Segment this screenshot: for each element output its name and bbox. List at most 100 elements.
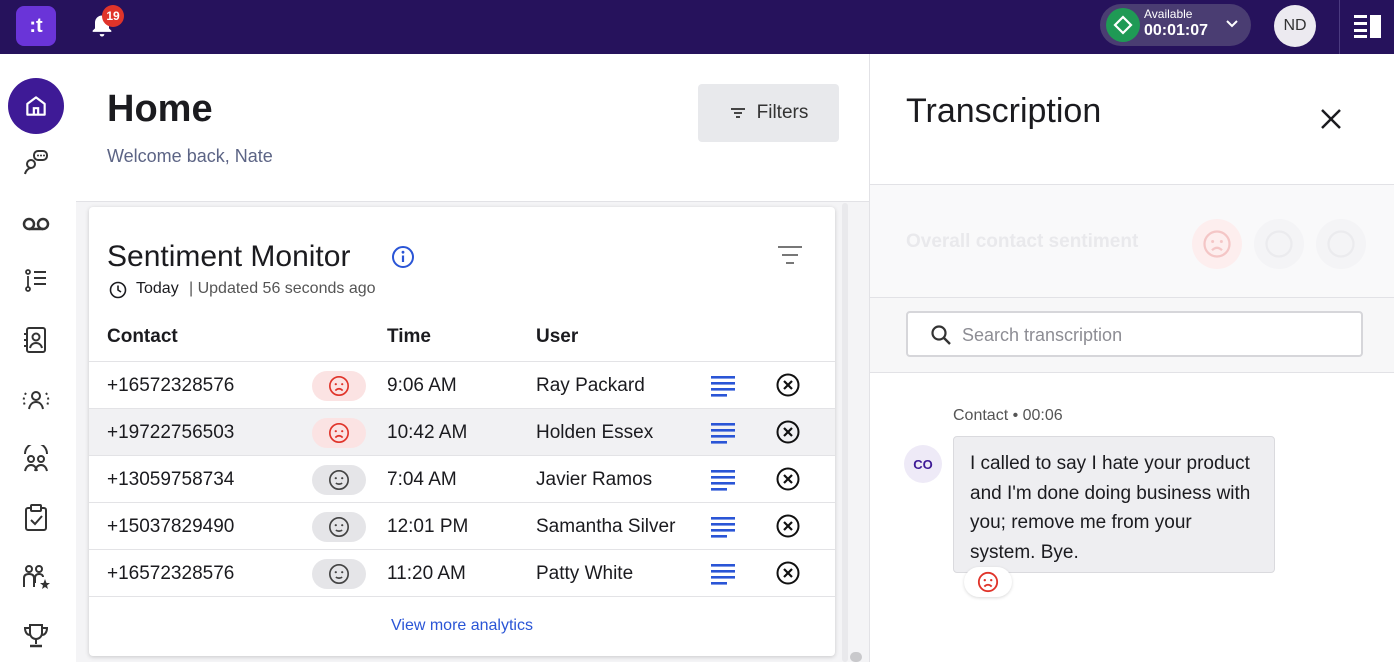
sad-face-icon [312, 371, 366, 401]
call-time: 9:06 AM [387, 375, 457, 396]
column-header-time[interactable]: Time [387, 326, 431, 348]
dismiss-icon[interactable] [775, 513, 801, 539]
status-label: Available [1144, 7, 1193, 21]
trophy-icon [23, 624, 49, 648]
scrollbar-thumb[interactable] [850, 652, 862, 662]
message-sentiment [964, 567, 1012, 597]
panel-divider [870, 372, 1394, 373]
contact-avatar: CO [904, 445, 942, 483]
home-main: Home Welcome back, Nate Filters Sentimen… [76, 54, 869, 662]
nav-item-team[interactable] [8, 432, 64, 488]
nav-item-performance[interactable] [8, 550, 64, 606]
user-avatar[interactable]: ND [1274, 5, 1316, 47]
welcome-text: Welcome back, Nate [107, 146, 273, 166]
table-row[interactable]: +15037829490 12:01 PM Samantha Silver [89, 503, 835, 550]
app-logo[interactable]: :t [16, 6, 56, 46]
voicemail-icon [22, 217, 50, 231]
transcription-panel: Transcription Overall contact sentiment … [869, 54, 1394, 662]
filters-label: Filters [756, 102, 809, 123]
contact-book-icon [24, 327, 46, 353]
transcript-icon[interactable] [710, 373, 736, 399]
transcript-icon[interactable] [710, 514, 736, 540]
table-row[interactable]: +16572328576 9:06 AM Ray Packard [89, 362, 835, 409]
panel-title: Transcription [906, 92, 1102, 130]
table-row[interactable]: +19722756503 10:42 AM Holden Essex [89, 409, 835, 456]
dismiss-icon[interactable] [775, 466, 801, 492]
filter-icon [730, 108, 745, 118]
top-bar: :t 19 Available 00:01:07 ND [0, 0, 1394, 54]
table-row[interactable]: +13059758734 7:04 AM Javier Ramos [89, 456, 835, 503]
call-time: 12:01 PM [387, 516, 469, 537]
user-name: Samantha Silver [536, 516, 676, 537]
user-name: Holden Essex [536, 422, 654, 443]
sad-face-icon [977, 571, 999, 593]
user-name: Patty White [536, 563, 634, 584]
nav-item-home[interactable] [8, 78, 64, 134]
transcript-icon[interactable] [710, 561, 736, 587]
nav-item-live-monitor[interactable] [8, 372, 64, 428]
column-header-user[interactable]: User [536, 326, 578, 348]
dismiss-icon[interactable] [775, 419, 801, 445]
scrollbar-track[interactable] [842, 203, 848, 662]
neutral-face-icon [312, 559, 366, 589]
filters-button[interactable]: Filters [698, 84, 839, 142]
contact-number: +19722756503 [107, 422, 235, 443]
contact-number: +16572328576 [107, 563, 235, 584]
call-time: 11:20 AM [387, 563, 466, 584]
nav-item-conversations[interactable] [8, 134, 64, 190]
neutral-face-icon [312, 465, 366, 495]
available-status-icon [1106, 8, 1140, 42]
notification-badge: 19 [102, 5, 124, 27]
neutral-face-icon [312, 512, 366, 542]
card-filter-icon[interactable] [777, 244, 803, 266]
page-title: Home [107, 88, 213, 130]
happy-face-icon [1316, 219, 1366, 269]
transcript-icon[interactable] [710, 467, 736, 493]
nav-item-queue[interactable] [8, 252, 64, 308]
info-icon[interactable] [391, 245, 415, 269]
clipboard-check-icon [25, 504, 47, 531]
home-icon [26, 96, 46, 116]
view-more-analytics-link[interactable]: View more analytics [89, 617, 835, 635]
message-meta: Contact • 00:06 [953, 407, 1063, 424]
clock-icon [109, 281, 127, 299]
list-icon [25, 269, 46, 292]
close-icon[interactable] [1318, 106, 1344, 132]
status-timer: 00:01:07 [1144, 22, 1209, 39]
live-monitor-icon [22, 391, 50, 410]
period-label: Today [136, 280, 179, 297]
contact-number: +16572328576 [107, 375, 235, 396]
user-name: Ray Packard [536, 375, 645, 396]
search-icon [931, 325, 951, 345]
sad-face-icon [1192, 219, 1242, 269]
performance-icon [23, 565, 50, 589]
nav-item-leaderboard[interactable] [8, 608, 64, 664]
team-icon [24, 445, 48, 472]
nav-item-evaluations[interactable] [8, 490, 64, 546]
message-bubble: I called to say I hate your product and … [953, 436, 1275, 573]
call-time: 10:42 AM [387, 422, 468, 443]
call-time: 7:04 AM [387, 469, 457, 490]
nav-item-contacts[interactable] [8, 312, 64, 368]
left-navigation [0, 54, 76, 662]
sad-face-icon [312, 418, 366, 448]
dismiss-icon[interactable] [775, 560, 801, 586]
transcription-search[interactable] [906, 311, 1363, 357]
transcript-icon[interactable] [710, 420, 736, 446]
contact-number: +15037829490 [107, 516, 235, 537]
contact-number: +13059758734 [107, 469, 235, 490]
topbar-divider [1339, 0, 1340, 54]
panel-toggle-icon[interactable] [1354, 14, 1382, 38]
dismiss-icon[interactable] [775, 372, 801, 398]
overall-sentiment-label: Overall contact sentiment [906, 231, 1139, 252]
updated-label: | Updated 56 seconds ago [189, 280, 376, 297]
conversation-icon [24, 150, 48, 175]
table-row[interactable]: +16572328576 11:20 AM Patty White [89, 550, 835, 597]
chevron-down-icon[interactable] [1224, 16, 1240, 32]
sentiment-monitor-card: Sentiment Monitor Today | Updated 56 sec… [89, 207, 835, 656]
nav-item-voicemail[interactable] [8, 196, 64, 252]
neutral-face-icon [1254, 219, 1304, 269]
column-header-contact[interactable]: Contact [107, 326, 178, 348]
search-input[interactable] [962, 323, 1352, 347]
card-title: Sentiment Monitor [107, 240, 351, 273]
